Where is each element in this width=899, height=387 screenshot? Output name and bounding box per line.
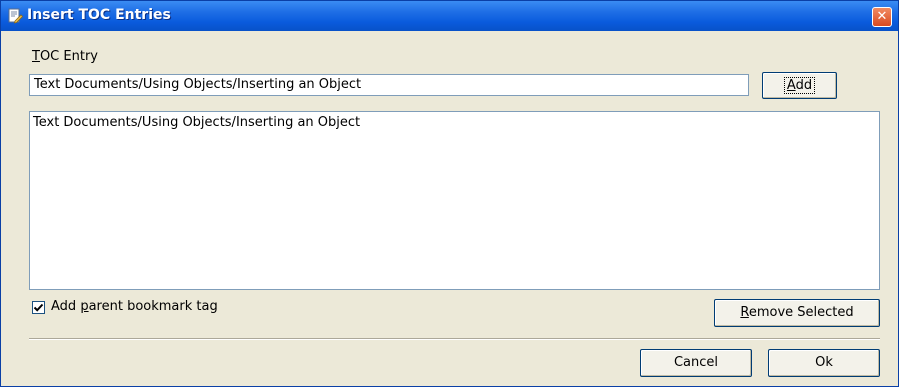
toc-entry-label: TOC Entry: [32, 49, 98, 64]
dialog-body: TOC Entry Text Documents/Using Objects/I…: [1, 31, 898, 386]
add-button-label: Add: [783, 77, 816, 94]
parent-bookmark-checkbox[interactable]: [32, 301, 45, 314]
remove-button-label-rest: emove Selected: [748, 305, 854, 320]
add-button-label-rest: dd: [795, 78, 813, 93]
toc-entries-list[interactable]: Text Documents/Using Objects/Inserting a…: [29, 111, 880, 290]
add-button[interactable]: Add: [762, 72, 837, 99]
parent-bookmark-label[interactable]: Add parent bookmark tag: [51, 299, 218, 314]
remove-selected-button[interactable]: Remove Selected: [714, 299, 880, 327]
window-title: Insert TOC Entries: [27, 7, 171, 23]
parent-bookmark-label-rest: arent bookmark tag: [88, 299, 218, 314]
toc-entry-input[interactable]: Text Documents/Using Objects/Inserting a…: [29, 74, 749, 96]
title-bar[interactable]: Insert TOC Entries ✕: [1, 1, 898, 31]
add-button-mnemonic: A: [786, 78, 796, 93]
insert-toc-dialog: Insert TOC Entries ✕ TOC Entry Text Docu…: [0, 0, 899, 387]
list-item[interactable]: Text Documents/Using Objects/Inserting a…: [33, 115, 360, 130]
toc-entry-label-rest: OC Entry: [39, 49, 98, 64]
check-icon: [33, 303, 44, 312]
close-icon[interactable]: ✕: [872, 7, 892, 27]
separator: [29, 338, 880, 340]
ok-button[interactable]: Ok: [768, 349, 880, 377]
remove-button-mnemonic: R: [740, 305, 749, 320]
cancel-button[interactable]: Cancel: [640, 349, 752, 377]
toc-entry-label-mnemonic: T: [32, 49, 40, 64]
document-edit-icon: [7, 8, 24, 24]
parent-bookmark-label-mnemonic: p: [80, 299, 89, 314]
parent-bookmark-label-prefix: Add: [51, 299, 81, 314]
